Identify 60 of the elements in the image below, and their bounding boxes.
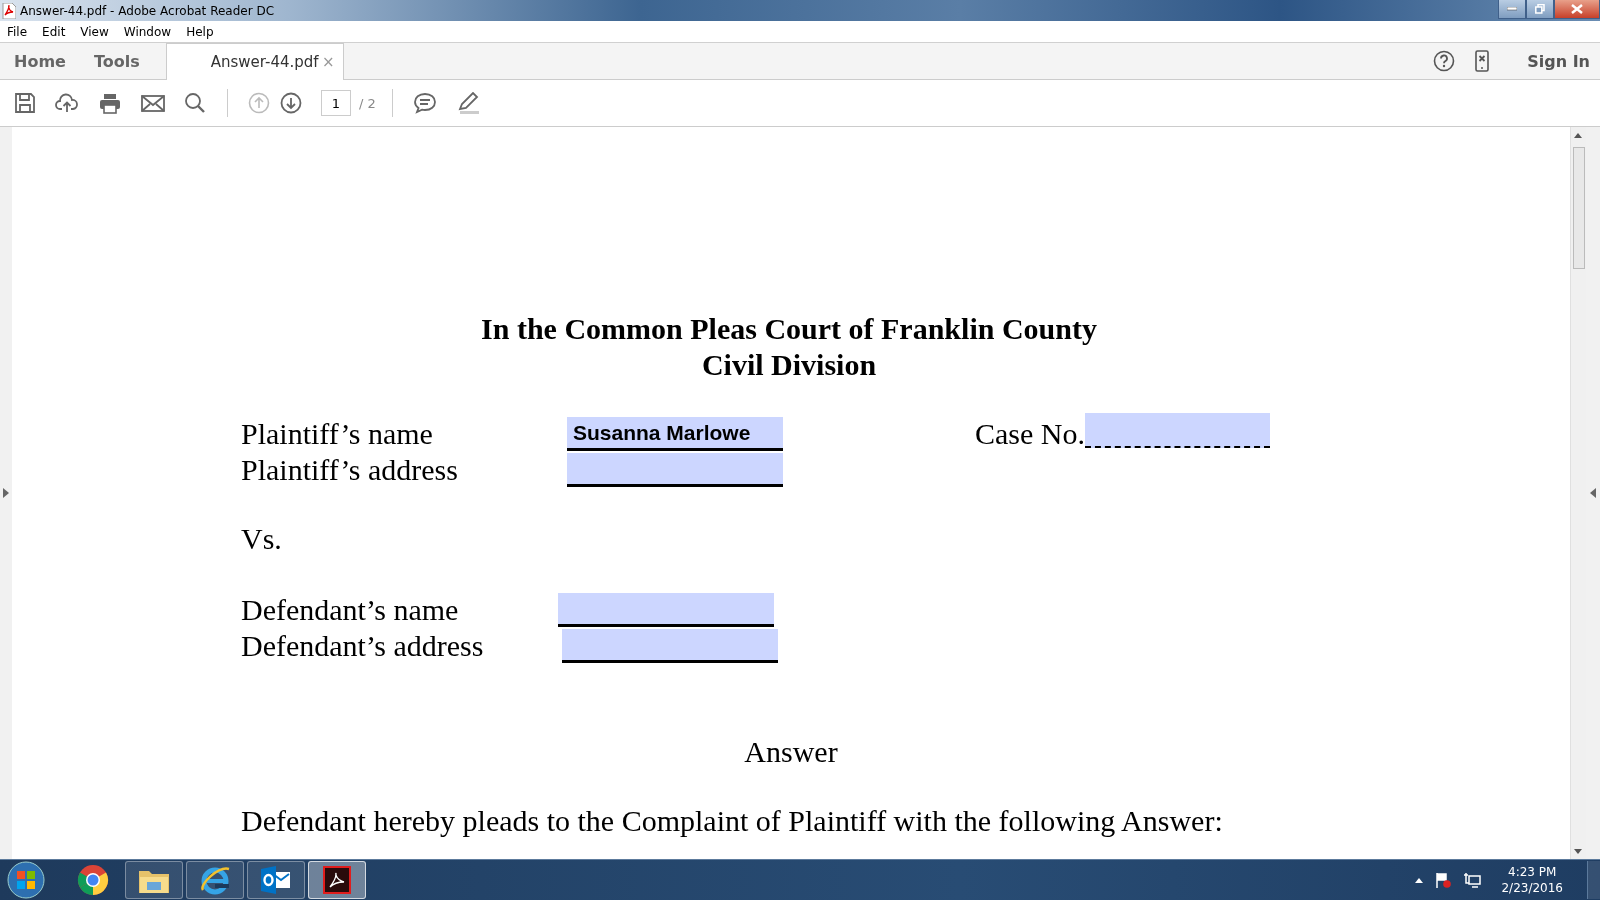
browser-e-icon[interactable]	[199, 864, 231, 896]
window-title: Answer-44.pdf - Adobe Acrobat Reader DC	[20, 3, 275, 18]
chrome-icon[interactable]	[77, 864, 109, 896]
scroll-down-icon[interactable]	[1574, 849, 1582, 855]
help-icon[interactable]	[1433, 50, 1456, 72]
field-label: Defendant’s name	[241, 592, 460, 628]
tab-title: Answer-44.pdf	[210, 53, 319, 71]
show-hidden-icons-icon[interactable]	[1415, 877, 1424, 883]
menu-item[interactable]: Window	[116, 24, 180, 39]
menu-item[interactable]: Help	[179, 24, 222, 39]
scrollbar-thumb[interactable]	[1573, 147, 1585, 269]
form-field[interactable]: Susanna Marlowe	[567, 417, 783, 451]
nav-tab[interactable]: Home	[0, 43, 80, 79]
field-label: Defendant’s address	[241, 628, 485, 664]
search-icon[interactable]	[184, 92, 206, 114]
close-button[interactable]	[1554, 0, 1600, 19]
page-count: / 2	[359, 95, 376, 111]
network-icon[interactable]	[1463, 872, 1482, 888]
save-icon[interactable]	[14, 92, 36, 114]
next-page-icon[interactable]	[280, 92, 302, 114]
minimize-button[interactable]	[1498, 0, 1526, 19]
form-field[interactable]	[558, 593, 774, 627]
expand-right-panel-icon[interactable]	[1590, 488, 1596, 498]
document-heading: Civil Division	[700, 347, 878, 383]
close-icon	[1571, 4, 1583, 14]
versus-text: Vs.	[241, 521, 283, 557]
restore-icon	[1535, 4, 1545, 14]
pdf-app-icon	[2, 2, 16, 19]
body-paragraph: Defendant hereby pleads to the Complaint of Plaintiff with the following Answer:	[241, 803, 1224, 839]
flag-icon[interactable]	[1435, 872, 1452, 888]
field-label: Plaintiff’s name	[241, 416, 434, 452]
pdf-reader-icon[interactable]	[323, 866, 351, 894]
mail-app-icon[interactable]	[260, 865, 292, 895]
case-number-field[interactable]	[1085, 412, 1270, 448]
vertical-scrollbar[interactable]	[1570, 127, 1586, 859]
cloud-upload-icon[interactable]	[55, 92, 79, 114]
minimize-icon	[1507, 7, 1517, 11]
page-number-field[interactable]: 1	[321, 90, 351, 116]
scroll-up-icon[interactable]	[1574, 132, 1582, 138]
start-button[interactable]	[6, 860, 46, 900]
comment-icon[interactable]	[412, 92, 437, 114]
expand-left-panel-icon[interactable]	[3, 488, 9, 498]
section-title: Answer	[743, 734, 839, 770]
document-heading: In the Common Pleas Court of Franklin County	[480, 311, 1098, 347]
field-label: Plaintiff’s address	[241, 452, 459, 488]
menu-item[interactable]: Edit	[35, 24, 74, 39]
print-icon[interactable]	[98, 92, 122, 114]
sign-in-link[interactable]: Sign In	[1527, 51, 1590, 71]
restore-button[interactable]	[1526, 0, 1554, 19]
menu-item[interactable]: File	[0, 24, 36, 39]
nav-tab[interactable]: Tools	[79, 43, 154, 79]
mobile-device-icon[interactable]	[1475, 50, 1490, 72]
field-label: Case No.	[975, 416, 1085, 452]
form-field[interactable]	[567, 453, 783, 487]
document-tab[interactable]: Answer-44.pdf ×	[165, 43, 344, 80]
form-field[interactable]	[562, 629, 778, 663]
clock-time[interactable]: 4:23 PM	[1508, 864, 1557, 880]
menu-item[interactable]: View	[73, 24, 117, 39]
clock-date[interactable]: 2/23/2016	[1501, 880, 1563, 896]
email-icon[interactable]	[141, 92, 165, 114]
